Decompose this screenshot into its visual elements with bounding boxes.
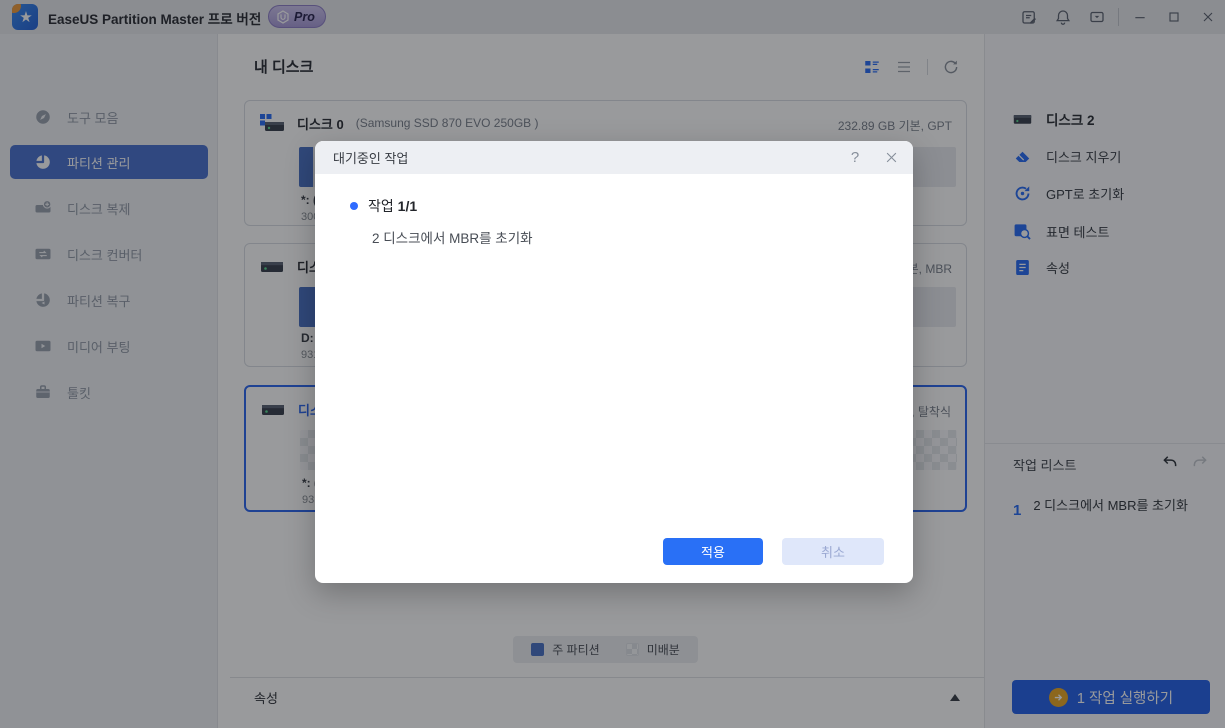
help-button[interactable]: ? [845, 149, 865, 166]
dialog-header: 대기중인 작업 ? [315, 141, 913, 174]
apply-button[interactable]: 적용 [663, 538, 763, 565]
close-dialog-button[interactable] [881, 148, 901, 168]
task-progress-line: 작업 1/1 [368, 196, 417, 216]
task-bullet-icon [350, 202, 358, 210]
pending-operations-dialog: 대기중인 작업 ? 작업 1/1 2 디스크에서 MBR를 초기화 적용 취소 [315, 141, 913, 583]
task-count: 1/1 [398, 198, 417, 214]
dialog-title: 대기중인 작업 [333, 148, 408, 167]
task-description: 2 디스크에서 MBR를 초기화 [372, 227, 533, 247]
cancel-button[interactable]: 취소 [782, 538, 884, 565]
task-label: 작업 [368, 198, 394, 214]
